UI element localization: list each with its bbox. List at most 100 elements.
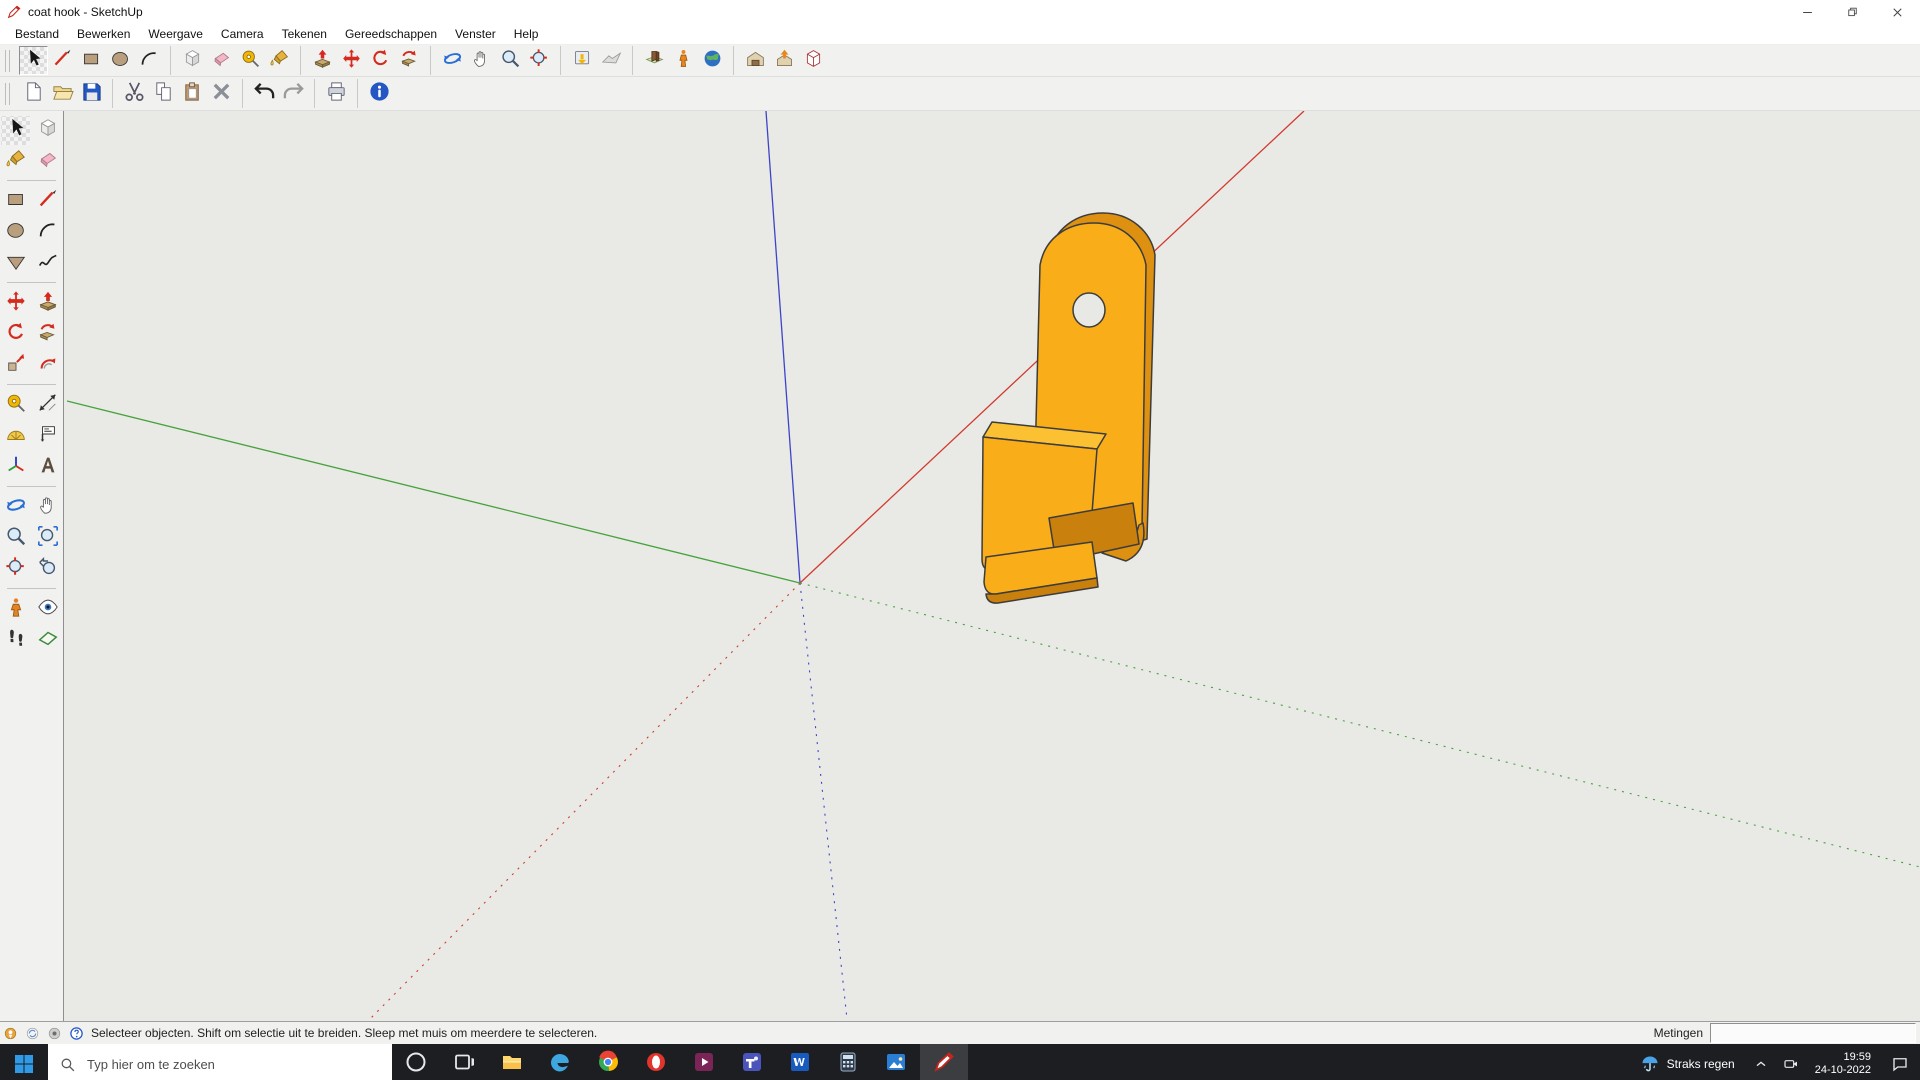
menu-tekenen[interactable]: Tekenen: [273, 25, 336, 43]
taskbar-app-word[interactable]: [776, 1044, 824, 1080]
polygon-tool-button[interactable]: [1, 249, 30, 278]
circle-tool-button[interactable]: [106, 46, 135, 75]
rotate-tool-button[interactable]: [1, 320, 30, 349]
make-component-tool-button[interactable]: [33, 116, 62, 145]
text-tool-button[interactable]: [33, 422, 62, 451]
copy-tool-button[interactable]: [149, 79, 178, 108]
pan-tool-button[interactable]: [467, 46, 496, 75]
close-button[interactable]: [1875, 0, 1920, 24]
restore-button[interactable]: [1830, 0, 1875, 24]
menu-camera[interactable]: Camera: [212, 25, 273, 43]
rotate-tool-button[interactable]: [366, 46, 395, 75]
previous-tool-button[interactable]: [33, 555, 62, 584]
preview-in-google-earth-tool-button[interactable]: [669, 46, 698, 75]
new-tool-button[interactable]: [19, 79, 48, 108]
taskbar-app-calculator[interactable]: [824, 1044, 872, 1080]
toggle-terrain-tool-button[interactable]: [597, 46, 626, 75]
undo-tool-button[interactable]: [250, 79, 279, 108]
menu-bewerken[interactable]: Bewerken: [68, 25, 139, 43]
arc-tool-button[interactable]: [135, 46, 164, 75]
walk-tool-button[interactable]: [1, 626, 30, 655]
3d-viewport[interactable]: [64, 111, 1920, 1021]
help-icon[interactable]: [69, 1026, 84, 1041]
taskbar-app-edge[interactable]: [536, 1044, 584, 1080]
make-component-tool-button[interactable]: [178, 46, 207, 75]
select-tool-button[interactable]: [19, 46, 48, 75]
rectangle-tool-button[interactable]: [77, 46, 106, 75]
tape-measure-tool-button[interactable]: [1, 391, 30, 420]
taskbar-clock[interactable]: 19:59 24-10-2022: [1806, 1044, 1880, 1080]
toolbar-drag-handle[interactable]: [5, 50, 10, 72]
menu-help[interactable]: Help: [505, 25, 548, 43]
extension-warehouse-tool-button[interactable]: [799, 46, 828, 75]
save-tool-button[interactable]: [77, 79, 106, 108]
taskbar-app-chrome[interactable]: [584, 1044, 632, 1080]
3d-text-tool-button[interactable]: [33, 453, 62, 482]
dimension-tool-button[interactable]: [33, 391, 62, 420]
taskbar-app-teams[interactable]: [728, 1044, 776, 1080]
coat-hook-model[interactable]: [982, 213, 1155, 603]
toolbar-drag-handle[interactable]: [5, 83, 10, 105]
measurements-input[interactable]: [1710, 1023, 1916, 1043]
scale-tool-button[interactable]: [1, 351, 30, 380]
rectangle-tool-button[interactable]: [1, 187, 30, 216]
arc-tool-button[interactable]: [33, 218, 62, 247]
offset-tool-button[interactable]: [33, 351, 62, 380]
hidden-icons-chevron[interactable]: [1746, 1044, 1776, 1080]
menu-weergave[interactable]: Weergave: [139, 25, 211, 43]
orbit-tool-button[interactable]: [438, 46, 467, 75]
zoom-window-tool-button[interactable]: [33, 524, 62, 553]
cut-tool-button[interactable]: [120, 79, 149, 108]
tape-measure-tool-button[interactable]: [236, 46, 265, 75]
delete-tool-button[interactable]: [207, 79, 236, 108]
minimize-button[interactable]: [1785, 0, 1830, 24]
axes-tool-button[interactable]: [1, 453, 30, 482]
add-location-tool-button[interactable]: [568, 46, 597, 75]
eraser-tool-button[interactable]: [207, 46, 236, 75]
geolocation-icon[interactable]: [3, 1026, 18, 1041]
paste-tool-button[interactable]: [178, 79, 207, 108]
move-tool-button[interactable]: [1, 289, 30, 318]
visibility-icon[interactable]: [47, 1026, 62, 1041]
meet-now-button[interactable]: [1776, 1044, 1806, 1080]
taskbar-app-media-player[interactable]: [680, 1044, 728, 1080]
zoom-tool-button[interactable]: [496, 46, 525, 75]
eraser-tool-button[interactable]: [33, 147, 62, 176]
model-info-tool-button[interactable]: [365, 79, 394, 108]
open-tool-button[interactable]: [48, 79, 77, 108]
redo-tool-button[interactable]: [279, 79, 308, 108]
google-earth-tool-button[interactable]: [698, 46, 727, 75]
push-pull-tool-button[interactable]: [308, 46, 337, 75]
menu-venster[interactable]: Venster: [446, 25, 505, 43]
photo-textures-tool-button[interactable]: [640, 46, 669, 75]
search-input[interactable]: [85, 1056, 381, 1073]
follow-me-tool-button[interactable]: [395, 46, 424, 75]
taskbar-app-photos[interactable]: [872, 1044, 920, 1080]
position-camera-tool-button[interactable]: [1, 595, 30, 624]
pan-tool-button[interactable]: [33, 493, 62, 522]
action-center-button[interactable]: [1880, 1044, 1920, 1080]
viewport-canvas[interactable]: [64, 111, 1920, 1021]
zoom-extents-tool-button[interactable]: [525, 46, 554, 75]
line-tool-button[interactable]: [33, 187, 62, 216]
task-view-button[interactable]: [440, 1044, 488, 1080]
orbit-tool-button[interactable]: [1, 493, 30, 522]
cortana-button[interactable]: [392, 1044, 440, 1080]
move-tool-button[interactable]: [337, 46, 366, 75]
zoom-tool-button[interactable]: [1, 524, 30, 553]
look-around-tool-button[interactable]: [33, 595, 62, 624]
paint-bucket-tool-button[interactable]: [1, 147, 30, 176]
print-tool-button[interactable]: [322, 79, 351, 108]
taskbar-app-file-explorer[interactable]: [488, 1044, 536, 1080]
credit-icon[interactable]: [25, 1026, 40, 1041]
taskbar-app-sketchup[interactable]: [920, 1044, 968, 1080]
freehand-tool-button[interactable]: [33, 249, 62, 278]
circle-tool-button[interactable]: [1, 218, 30, 247]
share-model-tool-button[interactable]: [770, 46, 799, 75]
menu-bestand[interactable]: Bestand: [6, 25, 68, 43]
line-tool-button[interactable]: [48, 46, 77, 75]
paint-bucket-tool-button[interactable]: [265, 46, 294, 75]
menu-gereedschappen[interactable]: Gereedschappen: [336, 25, 446, 43]
select-tool-button[interactable]: [1, 116, 30, 145]
taskbar-app-opera[interactable]: [632, 1044, 680, 1080]
